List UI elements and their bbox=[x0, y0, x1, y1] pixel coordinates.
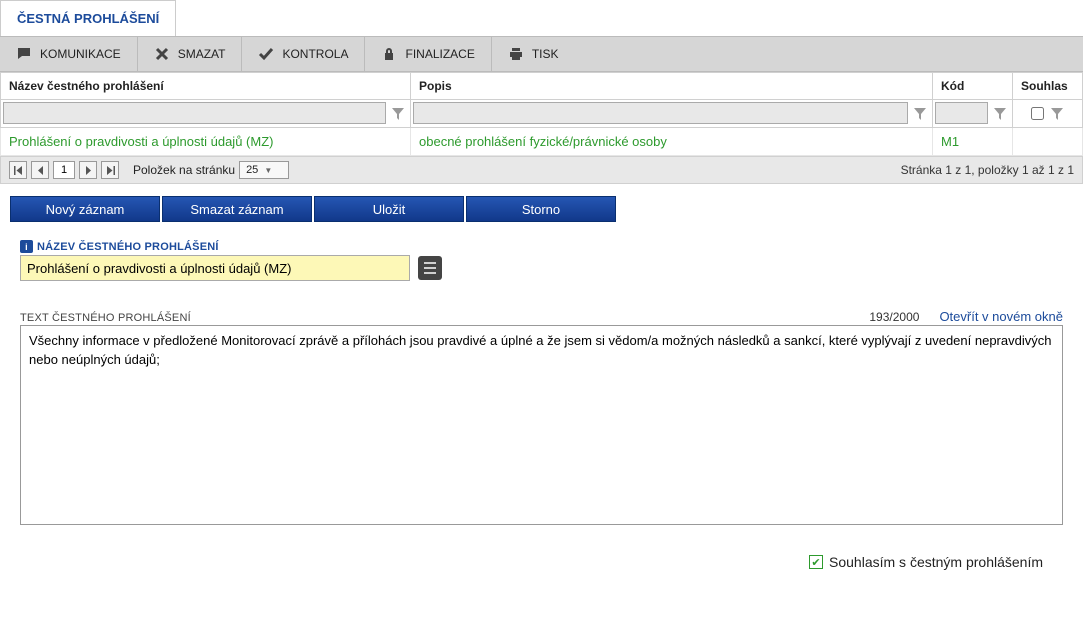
pager-items-select[interactable]: 25 bbox=[239, 161, 289, 179]
filter-icon[interactable] bbox=[389, 103, 407, 125]
toolbar-smazat[interactable]: SMAZAT bbox=[138, 37, 243, 71]
pager-summary: Stránka 1 z 1, položky 1 až 1 z 1 bbox=[901, 163, 1074, 177]
col-header-souhlas[interactable]: Souhlas bbox=[1013, 73, 1083, 100]
save-button[interactable]: Uložit bbox=[314, 196, 464, 222]
toolbar-label: FINALIZACE bbox=[405, 47, 474, 61]
new-record-button[interactable]: Nový záznam bbox=[10, 196, 160, 222]
toolbar-finalizace[interactable]: FINALIZACE bbox=[365, 37, 491, 71]
toolbar-kontrola[interactable]: KONTROLA bbox=[242, 37, 365, 71]
text-field-label: TEXT ČESTNÉHO PROHLÁŠENÍ bbox=[20, 312, 191, 324]
cell-kod: M1 bbox=[933, 128, 1013, 156]
col-header-kod[interactable]: Kód bbox=[933, 73, 1013, 100]
cell-souhlas bbox=[1013, 128, 1083, 156]
filter-icon[interactable] bbox=[991, 103, 1009, 125]
filter-kod-input[interactable] bbox=[935, 102, 988, 124]
toolbar-label: KONTROLA bbox=[282, 47, 348, 61]
print-icon bbox=[508, 46, 524, 62]
toolbar-label: SMAZAT bbox=[178, 47, 226, 61]
cancel-button[interactable]: Storno bbox=[466, 196, 616, 222]
open-in-window-link[interactable]: Otevřít v novém okně bbox=[939, 309, 1063, 324]
filter-popis-input[interactable] bbox=[413, 102, 908, 124]
cell-nazev: Prohlášení o pravdivosti a úplnosti údaj… bbox=[1, 128, 411, 156]
name-field-label: NÁZEV ČESTNÉHO PROHLÁŠENÍ bbox=[37, 241, 219, 253]
table-row[interactable]: Prohlášení o pravdivosti a úplnosti údaj… bbox=[1, 128, 1083, 156]
pager-prev-button[interactable] bbox=[31, 161, 49, 179]
char-counter: 193/2000 bbox=[869, 310, 919, 324]
col-header-popis[interactable]: Popis bbox=[411, 73, 933, 100]
lock-icon bbox=[381, 46, 397, 62]
toolbar-label: KOMUNIKACE bbox=[40, 47, 121, 61]
info-icon: i bbox=[20, 240, 33, 253]
name-label-row: i NÁZEV ČESTNÉHO PROHLÁŠENÍ bbox=[20, 240, 1063, 253]
toolbar-tisk[interactable]: TISK bbox=[492, 37, 575, 71]
filter-souhlas-checkbox[interactable] bbox=[1031, 107, 1044, 120]
pager-first-button[interactable] bbox=[9, 161, 27, 179]
col-header-nazev[interactable]: Název čestného prohlášení bbox=[1, 73, 411, 100]
main-toolbar: KOMUNIKACE SMAZAT KONTROLA FINALIZACE TI… bbox=[0, 36, 1083, 72]
pager-items-label: Položek na stránku bbox=[133, 163, 235, 177]
consent-label: Souhlasím s čestným prohlášením bbox=[829, 554, 1043, 570]
pager-next-button[interactable] bbox=[79, 161, 97, 179]
declaration-text-textarea[interactable] bbox=[20, 325, 1063, 525]
consent-checkbox[interactable]: ✔ bbox=[809, 555, 823, 569]
filter-icon[interactable] bbox=[1050, 103, 1064, 125]
cell-popis: obecné prohlášení fyzické/právnické osob… bbox=[411, 128, 933, 156]
filter-icon[interactable] bbox=[911, 103, 929, 125]
declaration-name-input[interactable] bbox=[20, 255, 410, 281]
chat-icon bbox=[16, 46, 32, 62]
pager-bar: Položek na stránku 25 Stránka 1 z 1, pol… bbox=[0, 156, 1083, 184]
consent-row: ✔ Souhlasím s čestným prohlášením bbox=[0, 538, 1083, 590]
page-tab[interactable]: ČESTNÁ PROHLÁŠENÍ bbox=[0, 0, 176, 36]
delete-record-button[interactable]: Smazat záznam bbox=[162, 196, 312, 222]
check-icon bbox=[258, 46, 274, 62]
list-select-button[interactable] bbox=[418, 256, 442, 280]
x-icon bbox=[154, 46, 170, 62]
actions-row: Nový záznam Smazat záznam Uložit Storno bbox=[0, 184, 1083, 230]
toolbar-komunikace[interactable]: KOMUNIKACE bbox=[0, 37, 138, 71]
toolbar-label: TISK bbox=[532, 47, 559, 61]
pager-page-input[interactable] bbox=[53, 161, 75, 179]
declarations-grid: Název čestného prohlášení Popis Kód Souh… bbox=[0, 72, 1083, 156]
filter-nazev-input[interactable] bbox=[3, 102, 386, 124]
pager-last-button[interactable] bbox=[101, 161, 119, 179]
form-area: i NÁZEV ČESTNÉHO PROHLÁŠENÍ TEXT ČESTNÉH… bbox=[0, 230, 1083, 538]
